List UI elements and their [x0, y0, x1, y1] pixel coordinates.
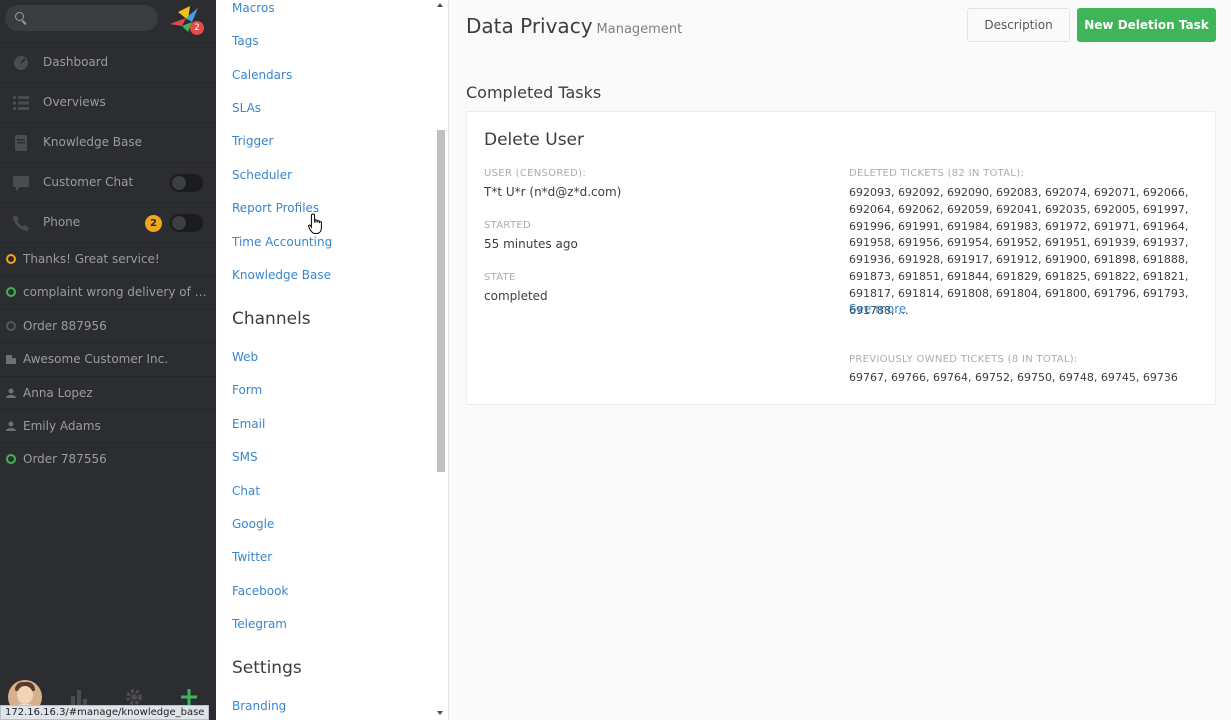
admin-link-trigger[interactable]: Trigger	[232, 134, 273, 148]
deleted-tickets-list: 692093, 692092, 692090, 692083, 692074, …	[849, 186, 1189, 317]
admin-link-email[interactable]: Email	[232, 417, 265, 431]
task-label: Thanks! Great service!	[23, 252, 160, 266]
admin-scrollbar[interactable]	[434, 0, 447, 720]
deleted-tickets-label: Deleted Tickets (82 in total):	[849, 168, 1025, 179]
user-value: T*t U*r (n*d@z*d.com)	[484, 185, 622, 199]
owned-tickets-label: Previously owned tickets (8 in total):	[849, 354, 1078, 365]
admin-link-telegram[interactable]: Telegram	[232, 617, 287, 631]
task-label: Emily Adams	[23, 419, 101, 433]
notification-badge: 2	[190, 21, 204, 35]
task-label: Order 787556	[23, 452, 107, 466]
nav-item-label: Knowledge Base	[43, 135, 142, 149]
task-label: Anna Lopez	[23, 386, 93, 400]
description-button[interactable]: Description	[967, 8, 1070, 42]
channels-heading: Channels	[232, 309, 311, 329]
nav-item-overviews[interactable]: Overviews	[0, 82, 216, 122]
nav-item-customer-chat[interactable]: Customer Chat	[0, 162, 216, 202]
task-item[interactable]: Awesome Customer Inc.	[0, 342, 216, 375]
nav-item-dashboard[interactable]: Dashboard	[0, 42, 216, 82]
page-subtitle: Management	[596, 22, 683, 37]
new-deletion-task-button[interactable]: New Deletion Task	[1077, 8, 1216, 42]
page-title-text: Data Privacy	[466, 14, 593, 38]
admin-link-calendars[interactable]: Calendars	[232, 68, 292, 82]
admin-link-slas[interactable]: SLAs	[232, 101, 261, 115]
admin-link-twitter[interactable]: Twitter	[232, 550, 272, 564]
admin-link-scheduler[interactable]: Scheduler	[232, 168, 292, 182]
ticket-ring-icon	[6, 321, 16, 331]
admin-link-chat[interactable]: Chat	[232, 484, 260, 498]
hand-pointer-icon	[308, 213, 322, 234]
see-more-link[interactable]: See more	[849, 302, 906, 316]
main-content: Data Privacy Management Description New D…	[449, 0, 1231, 720]
user-label: User (censored):	[484, 168, 587, 179]
task-label: Order 887956	[23, 319, 107, 333]
status-url: 172.16.16.3/#manage/knowledge_base	[0, 705, 210, 720]
nav-item-label: Customer Chat	[43, 175, 134, 189]
task-title: Delete User	[484, 130, 585, 150]
task-item[interactable]: Emily Adams	[0, 409, 216, 442]
nav-item-label: Dashboard	[43, 55, 109, 69]
chat-icon	[13, 176, 29, 191]
state-label: State	[484, 272, 516, 283]
task-item[interactable]: Order 887956	[0, 309, 216, 342]
dashboard-icon	[14, 56, 28, 70]
admin-link-sms[interactable]: SMS	[232, 450, 258, 464]
organization-icon	[6, 355, 16, 364]
plus-icon[interactable]	[180, 688, 198, 706]
phone-icon	[13, 215, 29, 231]
reports-icon[interactable]	[70, 688, 88, 706]
admin-link-google[interactable]: Google	[232, 517, 274, 531]
admin-link-report-profiles[interactable]: Report Profiles	[232, 201, 319, 215]
task-item[interactable]: Thanks! Great service!	[0, 242, 216, 275]
ticket-ring-icon	[6, 287, 16, 297]
admin-link-tags[interactable]: Tags	[232, 34, 259, 48]
admin-link-branding[interactable]: Branding	[232, 699, 286, 713]
task-label: complaint wrong delivery of order	[23, 285, 209, 299]
admin-link-facebook[interactable]: Facebook	[232, 584, 288, 598]
chat-availability-toggle[interactable]	[170, 174, 203, 192]
admin-sidebar: Macros Tags Calendars SLAs Trigger Sched…	[216, 0, 449, 720]
phone-availability-toggle[interactable]	[170, 214, 203, 232]
completed-tasks-heading: Completed Tasks	[466, 83, 602, 102]
list-icon	[13, 96, 29, 110]
nav-item-knowledge-base[interactable]: Knowledge Base	[0, 122, 216, 162]
scrollbar-thumb[interactable]	[437, 130, 445, 472]
nav-item-label: Overviews	[43, 95, 106, 109]
admin-link-knowledge-base[interactable]: Knowledge Base	[232, 268, 331, 282]
scroll-down-arrow-icon[interactable]	[437, 711, 443, 715]
admin-link-form[interactable]: Form	[232, 383, 262, 397]
book-icon	[15, 135, 27, 151]
task-item[interactable]: Order 787556	[0, 442, 216, 475]
task-item[interactable]: complaint wrong delivery of order	[0, 275, 216, 308]
main-navigation: 2 Dashboard Overviews Knowledge Base Cus…	[0, 0, 216, 720]
task-item[interactable]: Anna Lopez	[0, 376, 216, 409]
ticket-ring-icon	[6, 454, 16, 464]
scroll-up-arrow-icon[interactable]	[437, 3, 443, 7]
settings-heading: Settings	[232, 658, 302, 678]
nav-item-label: Phone	[43, 215, 81, 229]
admin-link-time-accounting[interactable]: Time Accounting	[232, 235, 332, 249]
admin-link-macros[interactable]: Macros	[232, 1, 275, 15]
search-icon	[15, 12, 24, 21]
phone-count-badge: 2	[145, 215, 162, 232]
user-icon	[6, 421, 16, 431]
task-label: Awesome Customer Inc.	[23, 352, 169, 366]
started-value: 55 minutes ago	[484, 237, 578, 251]
nav-item-phone[interactable]: Phone 2	[0, 202, 216, 242]
state-value: completed	[484, 289, 548, 303]
admin-link-web[interactable]: Web	[232, 350, 258, 364]
page-title: Data Privacy Management	[466, 14, 682, 38]
gear-icon[interactable]	[125, 688, 143, 706]
deletion-task-card: Delete User User (censored): T*t U*r (n*…	[466, 111, 1216, 405]
started-label: Started	[484, 220, 531, 231]
ticket-ring-icon	[6, 254, 16, 264]
owned-tickets-list: 69767, 69766, 69764, 69752, 69750, 69748…	[849, 371, 1178, 384]
user-icon	[6, 388, 16, 398]
search-input[interactable]	[5, 5, 158, 31]
